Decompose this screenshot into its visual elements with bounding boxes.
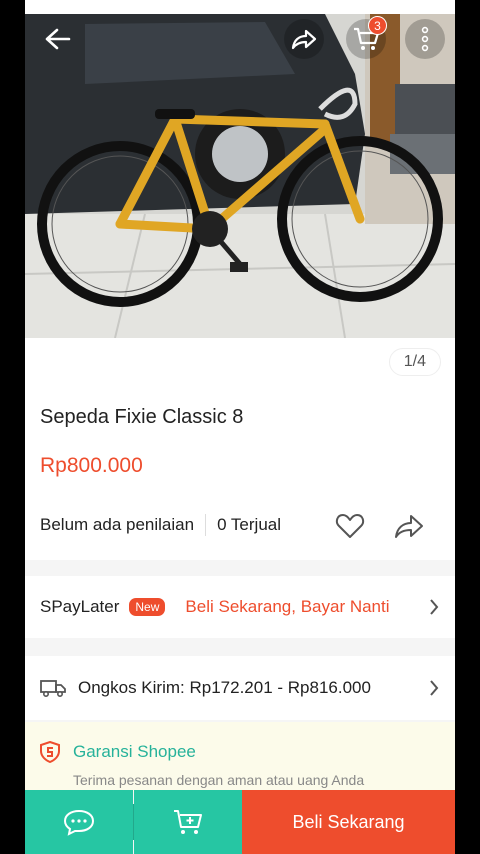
- chevron-right-icon: [430, 599, 439, 615]
- guarantee-section[interactable]: Garansi Shopee Terima pesanan dengan ama…: [25, 722, 455, 792]
- new-badge: New: [129, 598, 166, 616]
- chat-button[interactable]: [25, 790, 133, 854]
- status-bar: [25, 0, 455, 14]
- shipping-row[interactable]: Ongkos Kirim: Rp172.201 - Rp816.000: [25, 656, 455, 720]
- spaylater-row[interactable]: SPayLater New Beli Sekarang, Bayar Nanti: [25, 576, 455, 638]
- bottom-action-bar: Beli Sekarang: [25, 790, 455, 854]
- truck-icon: [40, 680, 66, 698]
- product-image[interactable]: [25, 14, 455, 338]
- more-vert-icon: [421, 26, 429, 52]
- back-button[interactable]: [37, 19, 77, 59]
- product-title: Sepeda Fixie Classic 8: [40, 406, 244, 428]
- chevron-right-icon: [430, 680, 439, 696]
- shield-icon: [40, 741, 60, 763]
- bike-photo: [25, 14, 455, 338]
- stats-divider: [205, 514, 207, 536]
- add-cart-icon: [174, 810, 202, 834]
- share-icon: [395, 515, 423, 538]
- spaylater-label: SPayLater: [40, 597, 120, 616]
- chat-icon: [63, 809, 95, 836]
- share-icon: [291, 29, 317, 50]
- product-stats: Belum ada penilaian 0 Terjual: [40, 514, 281, 536]
- rating-text: Belum ada penilaian: [40, 515, 195, 534]
- guarantee-subtitle: Terima pesanan dengan aman atau uang And…: [73, 772, 365, 788]
- cart-count-badge: 3: [368, 16, 387, 35]
- shipping-cost-text: Ongkos Kirim: Rp172.201 - Rp816.000: [78, 678, 371, 697]
- product-price: Rp800.000: [40, 454, 143, 477]
- back-arrow-icon: [45, 28, 71, 50]
- image-counter: 1/4: [388, 348, 441, 376]
- share-button[interactable]: [284, 19, 324, 59]
- heart-icon: [335, 514, 365, 538]
- buy-now-button[interactable]: Beli Sekarang: [242, 790, 455, 854]
- add-to-cart-button[interactable]: [134, 790, 242, 854]
- more-button[interactable]: [405, 19, 445, 59]
- guarantee-title: Garansi Shopee: [73, 742, 196, 761]
- sold-text: 0 Terjual: [217, 515, 282, 534]
- app-frame: 3 1/4 Sepeda Fixie Classic 8 Rp800.000 B…: [25, 0, 455, 854]
- share-product-button[interactable]: [393, 512, 425, 545]
- spaylater-promo: Beli Sekarang, Bayar Nanti: [185, 597, 390, 616]
- favorite-button[interactable]: [335, 512, 365, 545]
